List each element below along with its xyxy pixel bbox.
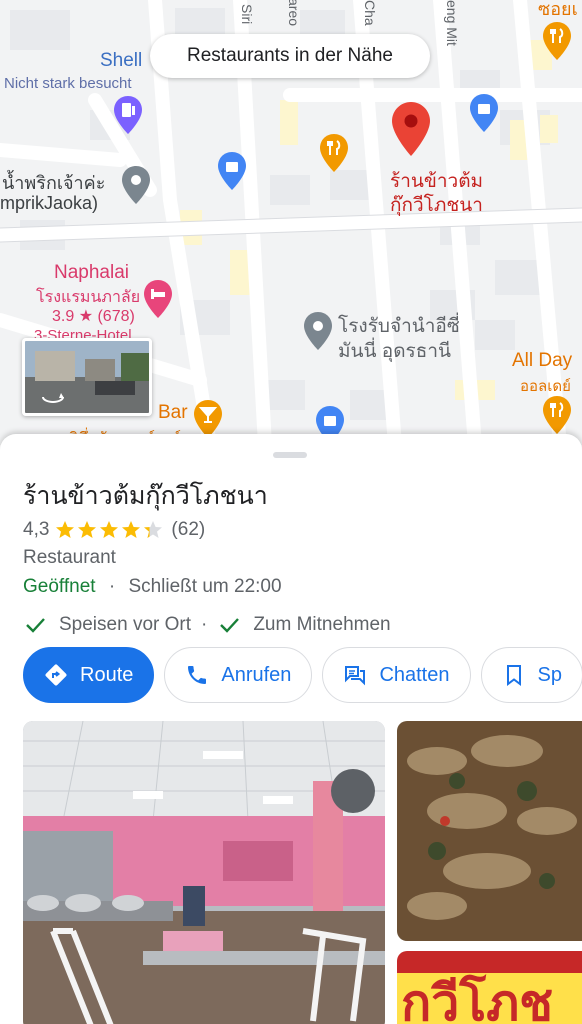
check-icon bbox=[220, 618, 240, 633]
open-status: Geöffnet bbox=[23, 576, 96, 597]
restaurant-interior-image bbox=[23, 721, 385, 1024]
call-button[interactable]: Anrufen bbox=[164, 647, 313, 703]
action-buttons: Route Anrufen Chatten Sp bbox=[23, 647, 582, 703]
phone-icon bbox=[188, 666, 207, 684]
star-icons bbox=[56, 521, 163, 538]
selected-place-pin-icon[interactable] bbox=[392, 102, 430, 156]
shopping-pin-icon[interactable] bbox=[218, 152, 246, 190]
chat-icon bbox=[345, 666, 366, 686]
shopping-pin-icon[interactable] bbox=[470, 94, 498, 132]
top-right-label: ซอยเ bbox=[538, 0, 578, 19]
closing-time: Schließt um 22:00 bbox=[128, 576, 282, 597]
services-row: Speisen vor Ort · Zum Mitnehmen bbox=[23, 613, 391, 637]
place-pin-icon[interactable] bbox=[122, 166, 150, 204]
restaurant-photo[interactable] bbox=[23, 721, 385, 1024]
naphalai-label[interactable]: Naphalai bbox=[54, 262, 129, 284]
review-count: (62) bbox=[171, 519, 206, 540]
service-dine-in: Speisen vor Ort bbox=[59, 614, 191, 635]
route-button[interactable]: Route bbox=[23, 647, 155, 703]
place-category: Restaurant bbox=[23, 547, 116, 568]
street-label: Siri bbox=[239, 4, 255, 25]
sheet-drag-handle[interactable] bbox=[273, 452, 307, 458]
bar-pin-icon[interactable] bbox=[194, 400, 222, 438]
check-icon bbox=[26, 618, 45, 633]
pawn-shop-label-2: มันนี่ อุดรธานี bbox=[338, 341, 451, 362]
directions-icon bbox=[45, 664, 67, 686]
bar-label[interactable]: Bar bbox=[158, 402, 188, 424]
separator: · bbox=[108, 576, 116, 597]
nearby-restaurants-chip[interactable]: Restaurants in der Nähe bbox=[150, 34, 430, 78]
naphalai-rating-label: 3.9 ★ (678) bbox=[52, 308, 135, 325]
street-view-image bbox=[25, 341, 149, 413]
food-photo[interactable] bbox=[397, 721, 582, 941]
street-label: eng Mit bbox=[444, 0, 460, 46]
busy-label: Nicht stark besucht bbox=[4, 75, 132, 92]
restaurant-pin-icon[interactable] bbox=[543, 396, 571, 434]
rating-value: 4,3 bbox=[23, 519, 50, 540]
food-image bbox=[397, 721, 582, 941]
save-button[interactable]: Sp bbox=[480, 647, 582, 703]
sign-text: กวีโภช bbox=[397, 973, 582, 1024]
gas-station-pin-icon[interactable] bbox=[114, 96, 142, 134]
place-title: ร้านข้าวต้มกุ๊กวีโภชนา bbox=[23, 482, 268, 510]
chat-button[interactable]: Chatten bbox=[322, 647, 471, 703]
bookmark-icon bbox=[506, 665, 521, 686]
all-day-thai-label: ออลเดย์ bbox=[520, 378, 571, 395]
all-day-label[interactable]: All Day bbox=[512, 350, 572, 372]
place-details-sheet[interactable]: ร้านข้าวต้มกุ๊กวีโภชนา 4,3 (62) Restaura… bbox=[0, 434, 582, 1024]
rating-stars bbox=[55, 520, 165, 540]
route-label: Route bbox=[80, 663, 134, 686]
place-pin-icon[interactable] bbox=[304, 312, 332, 350]
street-label: Cha bbox=[362, 0, 378, 26]
nearby-restaurants-label: Restaurants in der Nähe bbox=[187, 45, 393, 66]
hours-row[interactable]: Geöffnet · Schließt um 22:00 bbox=[23, 576, 282, 598]
street-view-thumbnail[interactable] bbox=[22, 338, 152, 416]
namprik-label-2: mprikJaoka) bbox=[0, 193, 99, 213]
restaurant-pin-icon[interactable] bbox=[543, 22, 571, 60]
separator: · bbox=[201, 614, 208, 635]
save-label: Sp bbox=[537, 663, 562, 686]
selected-place-label-2: กุ๊กวีโภชนา bbox=[390, 195, 483, 216]
hotel-pin-icon[interactable] bbox=[144, 280, 172, 318]
rating-row[interactable]: 4,3 (62) bbox=[23, 517, 205, 543]
call-label: Anrufen bbox=[221, 663, 292, 686]
map-view[interactable]: Siri areo Cha eng Mit Restaurants in der… bbox=[0, 0, 582, 445]
street-label: areo bbox=[286, 0, 302, 27]
restaurant-pin-icon[interactable] bbox=[320, 134, 348, 172]
service-takeaway: Zum Mitnehmen bbox=[253, 614, 391, 635]
shell-label[interactable]: Shell bbox=[100, 50, 142, 72]
chat-label: Chatten bbox=[379, 663, 450, 686]
sign-photo[interactable]: กวีโภช bbox=[397, 951, 582, 1024]
